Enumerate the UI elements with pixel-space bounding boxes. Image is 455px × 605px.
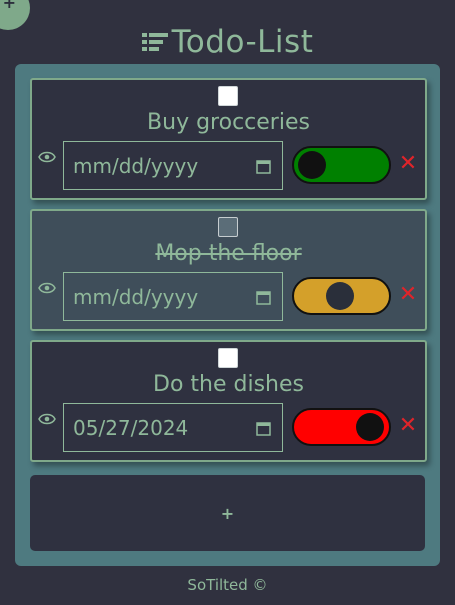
task-card: Do the dishes 05/27/2024 ✕ <box>30 340 427 462</box>
delete-icon[interactable]: ✕ <box>396 152 420 176</box>
todo-board: Buy grocceries mm/dd/yyyy ✕ Mop the floo… <box>15 64 440 566</box>
task-card: Mop the floor mm/dd/yyyy ✕ <box>30 209 427 331</box>
task-text: Do the dishes <box>153 372 304 397</box>
toggle-knob <box>356 413 384 441</box>
priority-toggle[interactable] <box>292 277 391 315</box>
date-value: mm/dd/yyyy <box>73 153 199 178</box>
task-card: Buy grocceries mm/dd/yyyy ✕ <box>30 78 427 200</box>
calendar-icon[interactable] <box>256 159 271 174</box>
header: Todo-List <box>0 24 455 60</box>
toggle-knob <box>298 151 326 179</box>
calendar-icon[interactable] <box>256 290 271 305</box>
footer-credit: SoTilted © <box>187 576 268 594</box>
task-checkbox[interactable] <box>218 217 238 237</box>
add-task-button[interactable]: + <box>30 475 425 551</box>
date-input[interactable]: 05/27/2024 <box>63 403 283 452</box>
page-title: Todo-List <box>171 24 314 60</box>
task-text: Mop the floor <box>155 241 302 266</box>
list-icon <box>141 33 168 51</box>
date-value: 05/27/2024 <box>73 415 189 440</box>
task-text: Buy grocceries <box>147 110 310 135</box>
task-checkbox[interactable] <box>218 348 238 368</box>
calendar-icon[interactable] <box>256 421 271 436</box>
priority-toggle[interactable] <box>292 408 391 446</box>
toggle-knob <box>326 282 354 310</box>
eye-icon[interactable] <box>38 412 56 426</box>
delete-icon[interactable]: ✕ <box>396 414 420 438</box>
task-checkbox[interactable] <box>218 86 238 106</box>
date-input[interactable]: mm/dd/yyyy <box>63 141 283 190</box>
date-input[interactable]: mm/dd/yyyy <box>63 272 283 321</box>
delete-icon[interactable]: ✕ <box>396 283 420 307</box>
priority-toggle[interactable] <box>292 146 391 184</box>
eye-icon[interactable] <box>38 150 56 164</box>
date-value: mm/dd/yyyy <box>73 284 199 309</box>
eye-icon[interactable] <box>38 281 56 295</box>
